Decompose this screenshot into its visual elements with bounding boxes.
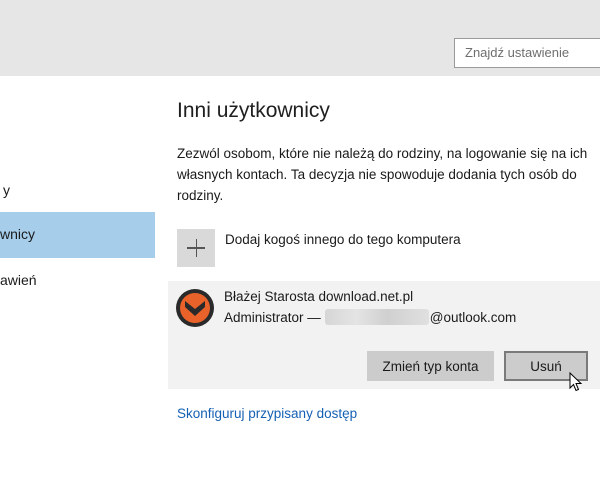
assigned-access-link[interactable]: Skonfiguruj przypisany dostęp [177, 406, 357, 421]
add-user-button[interactable]: Dodaj kogoś innego do tego komputera [177, 229, 577, 269]
user-card[interactable]: Błażej Starosta download.net.pl Administ… [168, 281, 600, 389]
sidebar-item-label: wnicy [0, 226, 36, 242]
page-title: Inni użytkownicy [177, 99, 330, 122]
add-user-label: Dodaj kogoś innego do tego komputera [225, 232, 461, 247]
user-email-suffix: @outlook.com [429, 310, 517, 325]
mouse-cursor-icon [569, 372, 583, 392]
sidebar-item-label: awień [0, 272, 37, 288]
main-panel: Inni użytkownicy Zezwól osobom, które ni… [155, 76, 600, 480]
sidebar-item-family[interactable]: y [0, 168, 155, 214]
sidebar: y wnicy awień [0, 76, 155, 480]
search-input[interactable]: Znajdź ustawienie [454, 38, 600, 68]
user-role: Administrator — @outlook.com [224, 309, 516, 325]
top-bar: Znajdź ustawienie [0, 0, 600, 76]
page-description: Zezwól osobom, które nie należą do rodzi… [177, 146, 588, 203]
sidebar-item-sync-settings[interactable]: awień [0, 258, 155, 304]
redacted-email [324, 309, 429, 325]
sidebar-item-other-users[interactable]: wnicy [0, 212, 155, 258]
change-account-type-button[interactable]: Zmień typ konta [367, 351, 494, 381]
user-role-label: Administrator — [224, 310, 321, 325]
sidebar-item-label: y [3, 182, 10, 198]
plus-icon [177, 229, 215, 267]
avatar-icon [176, 289, 214, 327]
user-name: Błażej Starosta download.net.pl [224, 289, 414, 304]
